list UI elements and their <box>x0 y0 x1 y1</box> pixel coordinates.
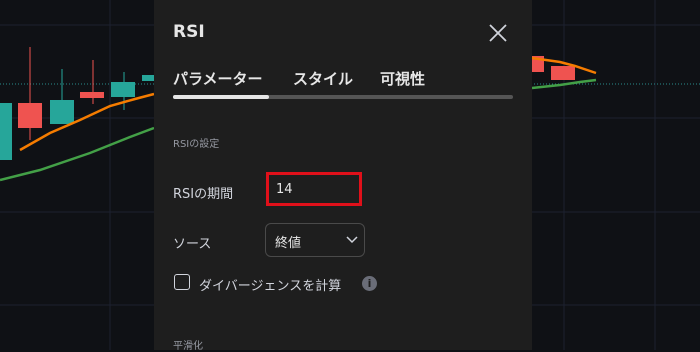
moving-average-green <box>0 126 155 182</box>
rsi-period-input[interactable] <box>266 172 362 206</box>
candle <box>80 92 104 98</box>
divergence-label[interactable]: ダイバージェンスを計算 <box>199 275 341 294</box>
candle <box>50 100 74 124</box>
tab-track <box>173 95 513 99</box>
candlesticks-left <box>0 47 154 160</box>
tab-parameters[interactable]: パラメーター <box>173 68 263 89</box>
candle <box>551 66 575 80</box>
candle <box>142 75 154 81</box>
source-label: ソース <box>173 237 212 252</box>
rsi-period-label: RSIの期間 <box>173 187 234 202</box>
section-title-rsi-settings: RSIの設定 <box>173 139 220 150</box>
active-tab-indicator <box>173 95 269 99</box>
candle <box>0 103 12 160</box>
candle <box>111 82 135 97</box>
divergence-checkbox[interactable] <box>174 274 190 290</box>
source-select[interactable]: 終値 <box>265 223 365 257</box>
close-icon[interactable] <box>487 22 509 44</box>
candle <box>18 103 42 128</box>
chevron-down-icon <box>346 236 358 244</box>
rsi-settings-dialog: RSI パラメーター スタイル 可視性 RSIの設定 RSIの期間 ソース 終値… <box>154 0 532 352</box>
tab-style[interactable]: スタイル <box>293 68 353 89</box>
info-icon[interactable]: i <box>362 276 377 291</box>
tab-visibility[interactable]: 可視性 <box>380 68 425 89</box>
dialog-title: RSI <box>173 22 205 42</box>
source-selected-value: 終値 <box>275 236 302 251</box>
